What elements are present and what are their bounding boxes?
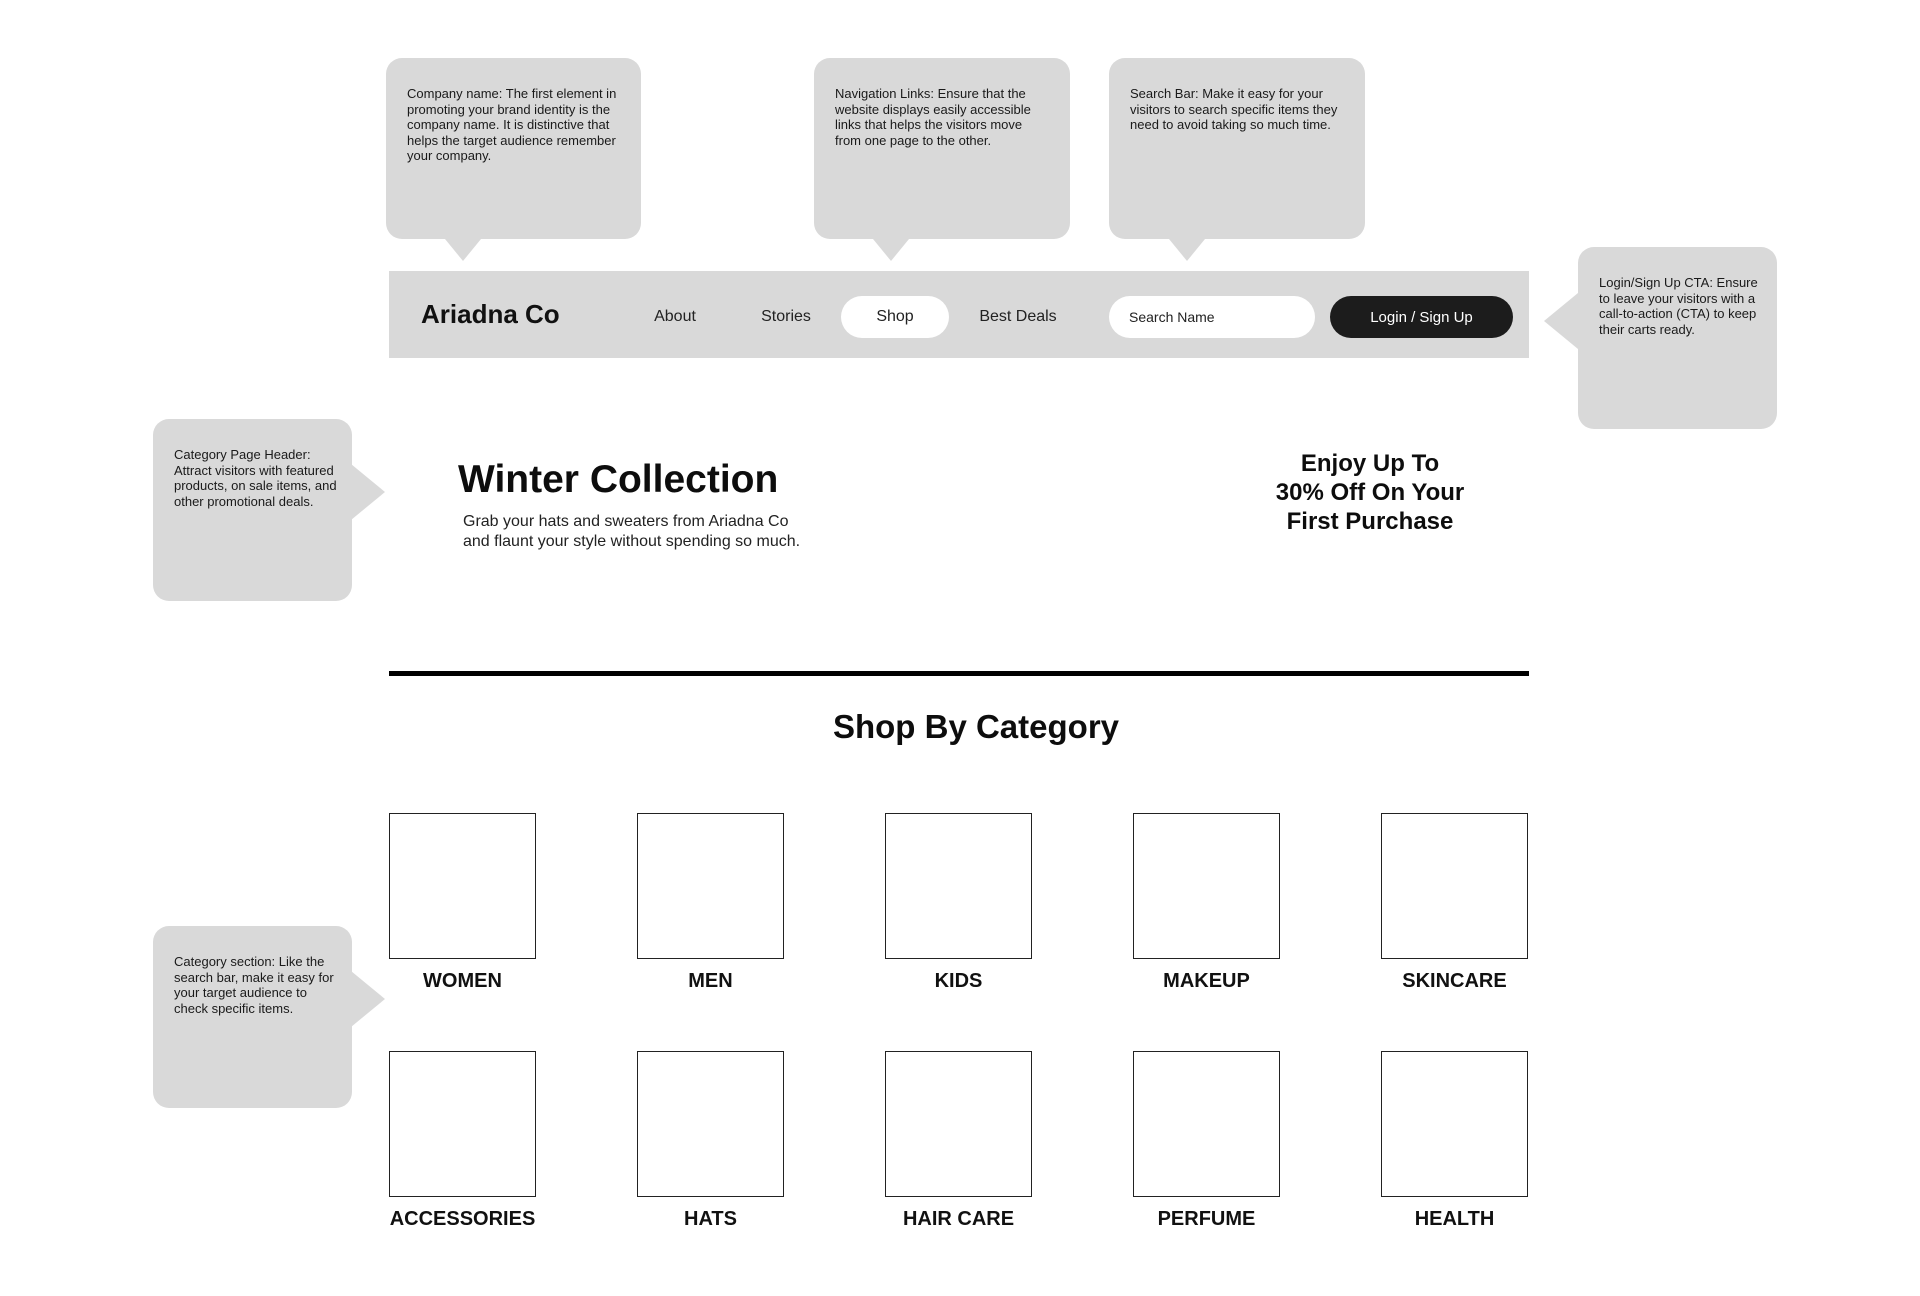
category-tile-image[interactable] bbox=[1381, 1051, 1528, 1197]
callout-category-section: Category section: Like the search bar, m… bbox=[153, 926, 352, 1108]
category-tile-label[interactable]: HEALTH bbox=[1355, 1208, 1555, 1231]
category-tile-image[interactable] bbox=[1133, 813, 1280, 959]
category-tile-image[interactable] bbox=[885, 1051, 1032, 1197]
category-tile-label[interactable]: WOMEN bbox=[363, 970, 563, 993]
category-tile-image[interactable] bbox=[1133, 1051, 1280, 1197]
hero-subtitle-line: and flaunt your style without spending s… bbox=[463, 532, 801, 550]
category-tile-image[interactable] bbox=[389, 813, 536, 959]
category-tile-label[interactable]: SKINCARE bbox=[1355, 970, 1555, 993]
callout-navigation-links: Navigation Links: Ensure that the websit… bbox=[814, 58, 1070, 239]
promo-line: First Purchase bbox=[1286, 508, 1454, 535]
category-tile-image[interactable] bbox=[637, 1051, 784, 1197]
category-tile-image[interactable] bbox=[389, 1051, 536, 1197]
nav-link-about[interactable]: About bbox=[654, 296, 696, 338]
nav-link-stories[interactable]: Stories bbox=[761, 296, 811, 338]
callout-pointer bbox=[1544, 293, 1578, 349]
section-divider bbox=[389, 671, 1529, 676]
promo-line: Enjoy Up To bbox=[1300, 450, 1440, 477]
nav-link-best-deals[interactable]: Best Deals bbox=[979, 296, 1056, 338]
category-tile-label[interactable]: MAKEUP bbox=[1107, 970, 1307, 993]
nav-link-shop[interactable]: Shop bbox=[841, 296, 949, 338]
category-tile-image[interactable] bbox=[1381, 813, 1528, 959]
category-tile-label[interactable]: HAIR CARE bbox=[859, 1208, 1059, 1231]
callout-pointer bbox=[1169, 239, 1205, 261]
brand-name[interactable]: Ariadna Co bbox=[421, 271, 560, 358]
category-tile-label[interactable]: HATS bbox=[611, 1208, 811, 1231]
search-input[interactable] bbox=[1109, 296, 1315, 338]
promo-text: Enjoy Up To 30% Off On Your First Purcha… bbox=[1230, 449, 1510, 536]
callout-search-bar: Search Bar: Make it easy for your visito… bbox=[1109, 58, 1365, 239]
category-tile-label[interactable]: MEN bbox=[611, 970, 811, 993]
category-tile-label[interactable]: PERFUME bbox=[1107, 1208, 1307, 1231]
category-tile-image[interactable] bbox=[637, 813, 784, 959]
callout-login-cta: Login/Sign Up CTA: Ensure to leave your … bbox=[1578, 247, 1777, 429]
callout-category-header: Category Page Header: Attract visitors w… bbox=[153, 419, 352, 601]
callout-company-name: Company name: The first element in promo… bbox=[386, 58, 641, 239]
hero-subtitle-line: Grab your hats and sweaters from Ariadna… bbox=[463, 513, 789, 530]
navigation-bar: Ariadna Co About Stories Shop Best Deals… bbox=[389, 271, 1529, 358]
category-tile-image[interactable] bbox=[885, 813, 1032, 959]
hero-subtitle: Grab your hats and sweaters from Ariadna… bbox=[463, 512, 903, 551]
category-tile-label[interactable]: KIDS bbox=[859, 970, 1059, 993]
category-tile-label[interactable]: ACCESSORIES bbox=[363, 1208, 563, 1231]
login-signup-button[interactable]: Login / Sign Up bbox=[1330, 296, 1513, 338]
promo-line: 30% Off On Your bbox=[1275, 479, 1465, 506]
callout-pointer bbox=[873, 239, 909, 261]
callout-pointer bbox=[351, 464, 385, 520]
shop-by-category-title: Shop By Category bbox=[832, 708, 1120, 745]
callout-pointer bbox=[445, 239, 481, 261]
page-title: Winter Collection bbox=[458, 458, 779, 501]
